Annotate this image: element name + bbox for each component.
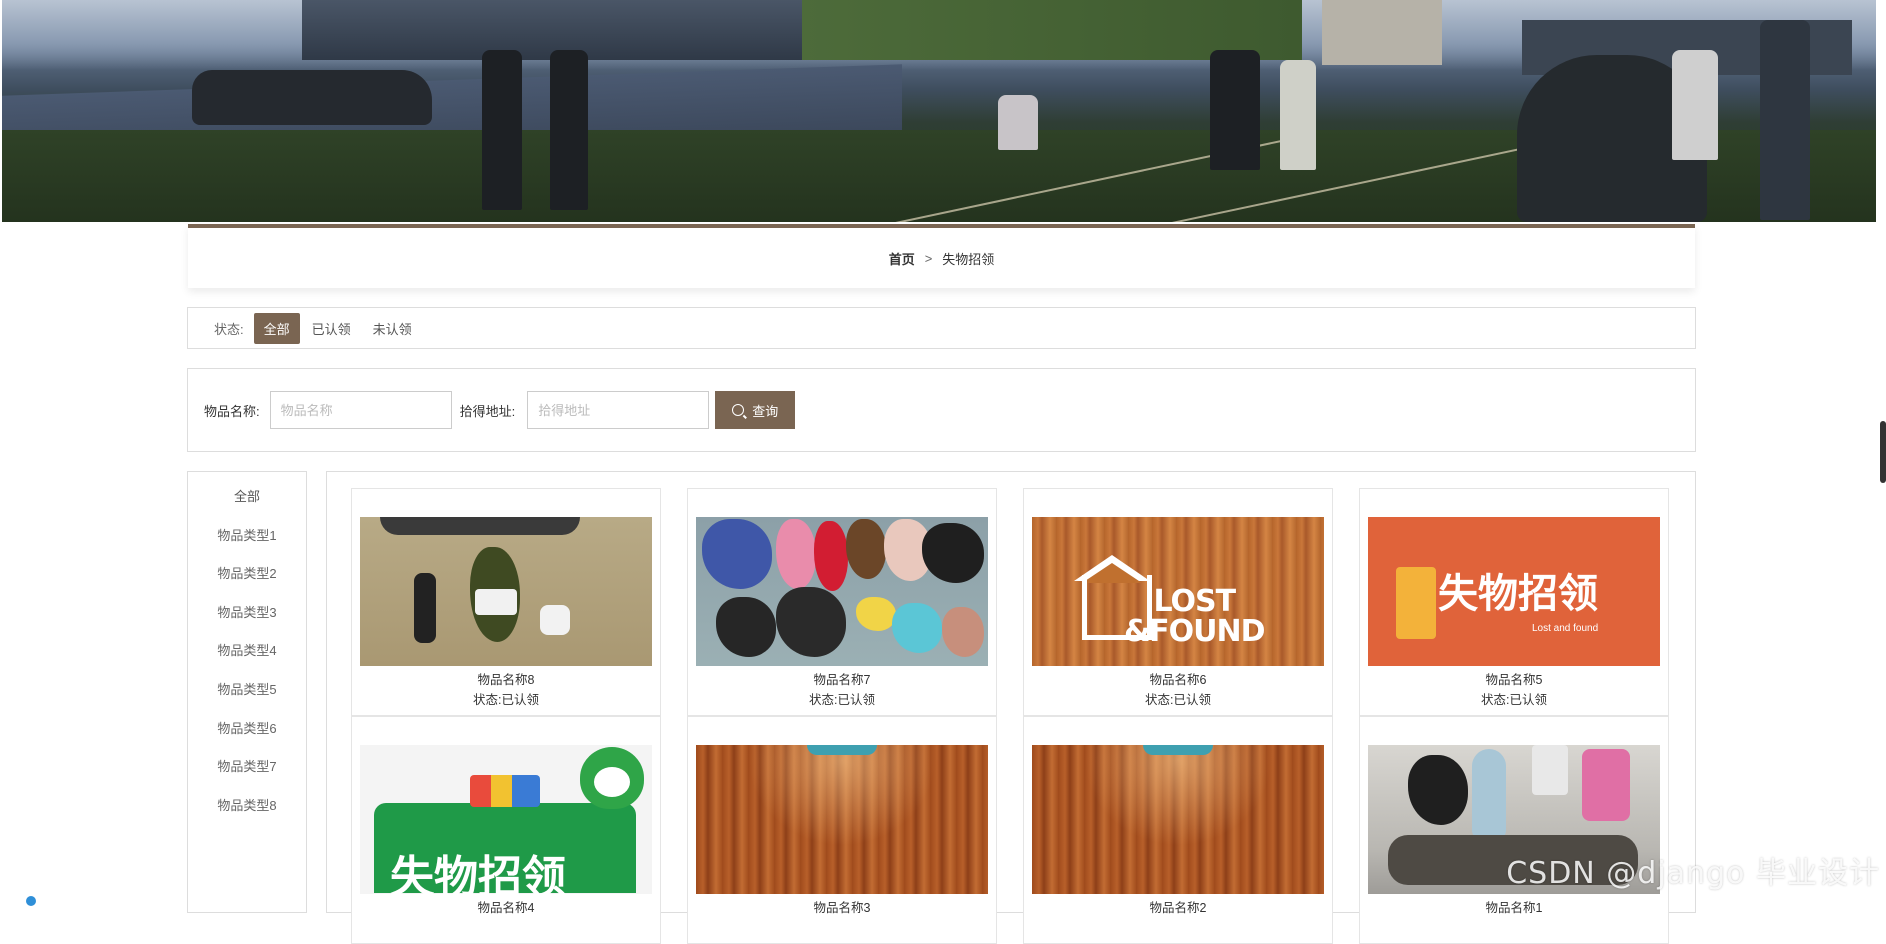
banner-person bbox=[1672, 50, 1718, 160]
image-shape bbox=[716, 597, 776, 657]
breadcrumb-home-link[interactable]: 首页 bbox=[889, 249, 915, 268]
category-item-5[interactable]: 物品类型5 bbox=[188, 671, 306, 710]
banner-person bbox=[1760, 20, 1810, 220]
image-shape bbox=[776, 519, 816, 589]
banner-person bbox=[550, 50, 588, 210]
item-card[interactable]: 物品名称7 状态:已认领 bbox=[687, 488, 997, 716]
item-image[interactable]: 失物招领 bbox=[360, 745, 652, 894]
image-shape bbox=[702, 519, 772, 589]
item-name-input[interactable] bbox=[269, 391, 452, 429]
image-shape bbox=[1532, 745, 1568, 795]
image-shape bbox=[475, 589, 517, 615]
category-item-2[interactable]: 物品类型2 bbox=[188, 555, 306, 594]
search-icon bbox=[732, 404, 745, 416]
lamp-icon bbox=[807, 745, 877, 755]
item-name: 物品名称5 bbox=[1485, 673, 1543, 687]
item-image[interactable] bbox=[1032, 745, 1324, 894]
image-shape bbox=[540, 605, 570, 635]
image-shape bbox=[380, 517, 580, 535]
item-name-label: 物品名称: bbox=[204, 403, 260, 419]
item-card[interactable]: 物品名称3 bbox=[687, 716, 997, 944]
item-grid: 物品名称8 状态:已认领 物品名称7 状态:已认领 LOST &FOUND 物品… bbox=[326, 471, 1696, 944]
item-card[interactable]: 物品名称1 bbox=[1359, 716, 1669, 944]
item-name: 物品名称3 bbox=[813, 901, 871, 915]
penguin-mascot-icon bbox=[580, 747, 644, 809]
lamp-icon bbox=[1143, 745, 1213, 755]
status-option-claimed[interactable]: 已认领 bbox=[302, 313, 361, 344]
category-item-6[interactable]: 物品类型6 bbox=[188, 710, 306, 749]
image-shape bbox=[776, 587, 846, 657]
image-shape bbox=[1408, 755, 1468, 825]
status-option-all[interactable]: 全部 bbox=[253, 312, 300, 344]
item-card[interactable]: 物品名称8 状态:已认领 bbox=[351, 488, 661, 716]
lost-found-logo-text: LOST &FOUND bbox=[1124, 584, 1266, 649]
item-status: 状态:已认领 bbox=[1145, 693, 1211, 707]
item-status: 状态:已认领 bbox=[809, 693, 875, 707]
breadcrumb-current: 失物招领 bbox=[942, 251, 995, 267]
item-image[interactable]: LOST &FOUND bbox=[1032, 517, 1324, 666]
search-bar: 物品名称: 拾得地址: 查询 bbox=[187, 368, 1696, 452]
image-shape bbox=[814, 521, 848, 591]
item-name: 物品名称1 bbox=[1485, 901, 1543, 915]
item-name: 物品名称6 bbox=[1149, 673, 1207, 687]
lost-found-subtitle: Lost and found bbox=[1532, 623, 1599, 634]
item-name: 物品名称8 bbox=[477, 673, 535, 687]
item-name: 物品名称2 bbox=[1149, 901, 1207, 915]
search-button[interactable]: 查询 bbox=[715, 391, 796, 429]
banner-person bbox=[1280, 60, 1316, 170]
item-card[interactable]: LOST &FOUND 物品名称6 状态:已认领 bbox=[1023, 488, 1333, 716]
image-shape bbox=[922, 523, 984, 583]
breadcrumb-separator: > bbox=[924, 250, 933, 266]
lost-found-title: 失物招领 bbox=[1438, 571, 1598, 617]
item-status: 状态:已认领 bbox=[473, 693, 539, 707]
image-shape bbox=[892, 603, 942, 653]
item-card[interactable]: 物品名称2 bbox=[1023, 716, 1333, 944]
category-item-7[interactable]: 物品类型7 bbox=[188, 748, 306, 787]
page-scrollbar[interactable] bbox=[1880, 421, 1886, 483]
category-item-all[interactable]: 全部 bbox=[188, 478, 306, 517]
category-item-1[interactable]: 物品类型1 bbox=[188, 517, 306, 556]
image-shape bbox=[1472, 749, 1506, 839]
category-item-3[interactable]: 物品类型3 bbox=[188, 594, 306, 633]
item-image[interactable] bbox=[360, 517, 652, 666]
category-sidebar: 全部 物品类型1 物品类型2 物品类型3 物品类型4 物品类型5 物品类型6 物… bbox=[187, 471, 307, 913]
status-filter-label: 状态: bbox=[214, 321, 244, 337]
status-option-unclaimed[interactable]: 未认领 bbox=[363, 313, 422, 344]
image-shape bbox=[846, 519, 886, 579]
image-shape bbox=[856, 597, 896, 631]
puzzle-icon bbox=[1396, 567, 1436, 639]
image-shape bbox=[414, 573, 436, 643]
search-button-label: 查询 bbox=[752, 403, 779, 419]
item-name: 物品名称4 bbox=[477, 901, 535, 915]
banner-car bbox=[192, 70, 432, 125]
category-item-8[interactable]: 物品类型8 bbox=[188, 787, 306, 826]
item-status: 状态:已认领 bbox=[1481, 693, 1547, 707]
csdn-watermark: CSDN @django 毕业设计 bbox=[1506, 856, 1880, 891]
books-icon bbox=[470, 775, 540, 807]
item-image[interactable] bbox=[696, 745, 988, 894]
lost-found-title: 失物招领 bbox=[390, 852, 566, 894]
found-address-input[interactable] bbox=[527, 391, 710, 429]
item-image[interactable] bbox=[696, 517, 988, 666]
image-shape bbox=[1582, 749, 1630, 821]
category-item-4[interactable]: 物品类型4 bbox=[188, 632, 306, 671]
item-image[interactable]: 失物招领 Lost and found bbox=[1368, 517, 1660, 666]
breadcrumb: 首页 > 失物招领 bbox=[188, 224, 1695, 288]
image-shape bbox=[942, 607, 984, 657]
hero-banner bbox=[2, 0, 1876, 222]
item-card[interactable]: 失物招领 Lost and found 物品名称5 状态:已认领 bbox=[1359, 488, 1669, 716]
status-filter-bar: 状态: 全部 已认领 未认领 bbox=[187, 307, 1696, 349]
banner-person bbox=[482, 50, 522, 210]
found-address-label: 拾得地址: bbox=[459, 403, 516, 419]
item-name: 物品名称7 bbox=[813, 673, 871, 687]
corner-dot-icon bbox=[26, 896, 36, 906]
item-card[interactable]: 失物招领 物品名称4 bbox=[351, 716, 661, 944]
banner-person bbox=[998, 95, 1038, 150]
banner-person bbox=[1210, 50, 1260, 170]
banner-building-2 bbox=[1322, 0, 1442, 65]
